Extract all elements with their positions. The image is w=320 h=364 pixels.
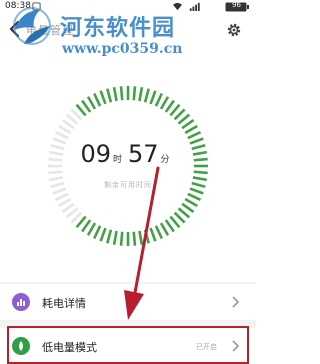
annotation-arrow-icon bbox=[124, 166, 160, 320]
